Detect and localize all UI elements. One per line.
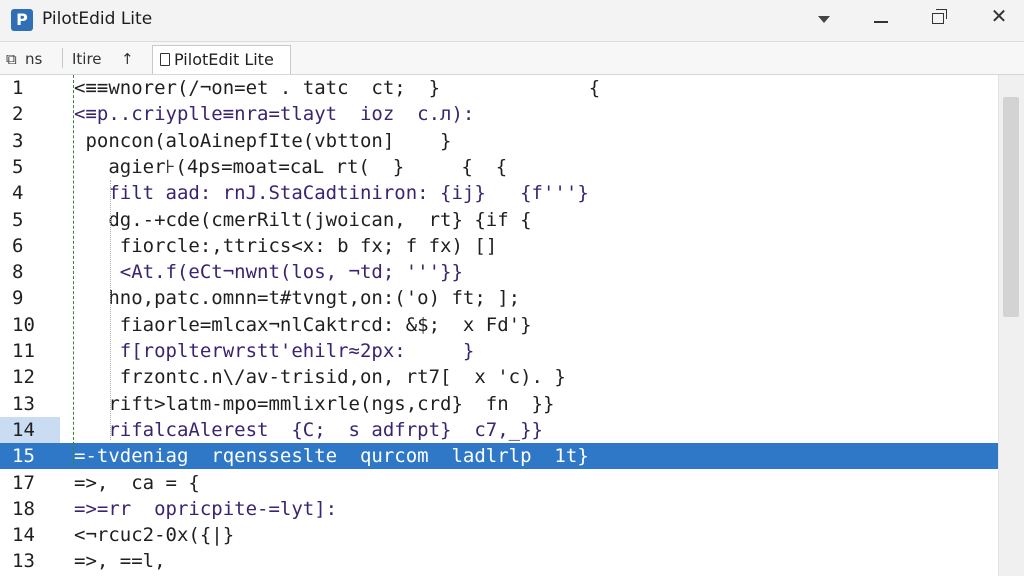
code-line[interactable]: hno,patc.omnn=t#tvngt,on:('o) ft; ];: [60, 285, 998, 311]
line-number: 11: [12, 340, 35, 362]
line-number: 14: [0, 417, 60, 443]
indent-guide: [110, 180, 111, 440]
code-line-text: f[roplterwrstt'ehilr≈2px: }: [74, 340, 475, 362]
toolbar-item-ns[interactable]: ns: [25, 50, 42, 68]
line-number: 9: [12, 287, 24, 309]
code-line-text: =-tvdeniag rqensseslte qurcom ladlrlp 1t…: [74, 445, 589, 467]
line-number: 17: [12, 472, 35, 494]
minimize-icon[interactable]: [874, 21, 888, 23]
copy-icon[interactable]: ⧉: [6, 50, 17, 68]
code-line-text: =>, ca = {: [74, 472, 200, 494]
line-number: 15: [0, 443, 60, 469]
line-number: 14: [12, 524, 35, 546]
code-line-text: filt aad: rnJ.StaCadtiniron: {ij} {f'''}: [74, 182, 589, 204]
code-line-text: agier⊦(4ps=moat=caL rt( } { {: [74, 156, 508, 178]
scrollbar-thumb[interactable]: [1003, 97, 1019, 317]
document-icon: [160, 53, 170, 66]
restore-icon[interactable]: [932, 9, 947, 24]
indent-guide: [73, 75, 74, 465]
code-line-text: frzontc.n\/av-trisid,on, rt7[ x 'c). }: [74, 366, 566, 388]
line-number: 2: [12, 103, 24, 125]
code-line-text: fiorcle:,ttrics<x: b fx; f fx) []: [74, 235, 498, 257]
code-line[interactable]: fiorcle:,ttrics<x: b fx; f fx) []: [60, 233, 998, 259]
window-title: PilotEdid Lite: [42, 9, 153, 29]
code-line[interactable]: f[roplterwrstt'ehilr≈2px: }: [60, 338, 998, 364]
line-number: 18: [12, 498, 35, 520]
code-editor[interactable]: <≡≡wnorer(/¬on=et . tatc ct; } { <≡p..cri…: [60, 75, 998, 576]
code-line-text: =>, ==l,: [74, 550, 166, 572]
code-line-text: hno,patc.omnn=t#tvngt,on:('o) ft; ];: [74, 287, 521, 309]
code-line[interactable]: rifalcaAlerest {C; s adfrpt} c7,_}}: [60, 417, 998, 443]
code-line-text: rift>latm-mpo=mmlixrle(ngs,crd} fn }}: [74, 393, 555, 415]
code-line[interactable]: =>, ==l,: [60, 548, 998, 574]
code-line[interactable]: <≡≡wnorer(/¬on=et . tatc ct; } {: [60, 75, 998, 101]
code-line[interactable]: fiaorle=mlcax¬nlCaktrcd: &$; x Fd'}: [60, 312, 998, 338]
code-line[interactable]: =>=rr opricpite-=lyt]:: [60, 496, 998, 522]
tab-piloteditlite[interactable]: PilotEdit Lite: [152, 45, 291, 74]
toolbar-item-itire[interactable]: Itire: [72, 50, 102, 68]
title-bar: P PilotEdid Lite ✕: [0, 0, 1024, 42]
line-number: 3: [12, 130, 24, 152]
code-line[interactable]: <¬rcuc2-0x({|}: [60, 522, 998, 548]
code-line[interactable]: <≡p..criyplle≡nra=tlayt ioz c.л):: [60, 101, 998, 127]
line-number: 6: [12, 235, 24, 257]
code-line[interactable]: dg.-+cde(cmerRilt(jwoican, rt} {if {: [60, 207, 998, 233]
toolbar: ⧉ ns Itire ↑ PilotEdit Lite: [0, 42, 1024, 75]
code-line[interactable]: frzontc.n\/av-trisid,on, rt7[ x 'c). }: [60, 364, 998, 390]
line-number: 4: [12, 182, 24, 204]
line-number: 13: [12, 393, 35, 415]
code-line[interactable]: rift>latm-mpo=mmlixrle(ngs,crd} fn }}: [60, 391, 998, 417]
line-number: 5: [12, 209, 24, 231]
line-number: 10: [12, 314, 35, 336]
code-line-text: <≡p..criyplle≡nra=tlayt ioz c.л):: [74, 103, 475, 125]
code-line-text: <¬rcuc2-0x({|}: [74, 524, 235, 546]
app-icon: P: [11, 9, 33, 31]
code-line[interactable]: <At.f(eCt¬nwnt(los, ¬td; '''}}: [60, 259, 998, 285]
close-icon[interactable]: ✕: [976, 4, 1022, 36]
line-number-gutter: 1 2 3 5 4 5 6 8 9 10 11 12 13 14 15 17 18 14 13: [0, 75, 60, 576]
code-line-text: =>=rr opricpite-=lyt]:: [74, 498, 338, 520]
code-line[interactable]: poncon(aloAinepfIte(vbtton] }: [60, 128, 998, 154]
line-number: 5: [12, 156, 24, 178]
code-line-text: poncon(aloAinepfIte(vbtton] }: [74, 130, 452, 152]
code-line-text: dg.-+cde(cmerRilt(jwoican, rt} {if {: [74, 209, 532, 231]
line-number: 12: [12, 366, 35, 388]
code-line-text: rifalcaAlerest {C; s adfrpt} c7,_}}: [74, 419, 543, 441]
code-line[interactable]: filt aad: rnJ.StaCadtiniron: {ij} {f'''}: [60, 180, 998, 206]
chevron-down-icon[interactable]: [818, 16, 830, 23]
line-number: 8: [12, 261, 24, 283]
tab-label: PilotEdit Lite: [174, 50, 274, 69]
code-line-text: <≡≡wnorer(/¬on=et . tatc ct; } {: [74, 77, 601, 99]
current-line[interactable]: =-tvdeniag rqensseslte qurcom ladlrlp 1t…: [60, 443, 998, 469]
vertical-scrollbar[interactable]: [998, 75, 1024, 576]
toolbar-separator: [62, 48, 63, 68]
line-number: 13: [12, 550, 35, 572]
line-number: 1: [12, 77, 24, 99]
code-line[interactable]: =>, ca = {: [60, 470, 998, 496]
arrow-up-icon[interactable]: ↑: [121, 50, 134, 68]
code-line[interactable]: agier⊦(4ps=moat=caL rt( } { {: [60, 154, 998, 180]
code-line-text: <At.f(eCt¬nwnt(los, ¬td; '''}}: [74, 261, 463, 283]
code-line-text: fiaorle=mlcax¬nlCaktrcd: &$; x Fd'}: [74, 314, 532, 336]
